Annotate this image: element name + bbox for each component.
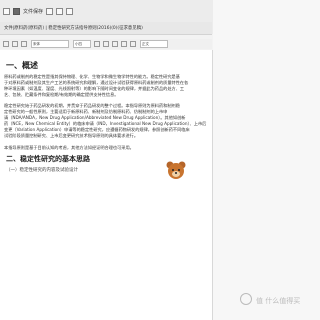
bold-icon[interactable] — [94, 41, 100, 47]
redo-icon[interactable] — [56, 7, 64, 15]
style-select[interactable]: 正文 — [140, 40, 168, 48]
paragraph-line: 艺、包装、贮藏条件和复检期/有效期的确定提供支持性信息。 — [4, 92, 119, 97]
paragraph-line: 定性研究的一般性原则，主要适用于新原料药、新制剂及仿制原料药、仿制制剂的上市申 — [4, 109, 168, 114]
paragraph-line: 变更（Variation Application）申请等的稳定性研究，应遵循药物… — [4, 127, 190, 132]
format-toolbar: 宋体 小四 正文 — [0, 39, 212, 49]
copy-icon[interactable] — [21, 41, 27, 47]
save-label[interactable]: 文件保存 — [23, 8, 43, 15]
paragraph-line: 原料药或制剂的稳定性是指其保持物理、化学、生物学和微生物学特性的能力。稳定性研究… — [4, 74, 180, 79]
section-heading-overview: 一、概述 — [6, 61, 38, 70]
folder-icon[interactable] — [13, 7, 20, 15]
save-icon[interactable] — [3, 7, 10, 15]
paragraph-line: 种环境因素（如温度、湿度、光线照射等）的影响下随时间变化的规律，并据此为药品的处… — [4, 86, 185, 91]
font-family-select[interactable]: 宋体 — [31, 40, 69, 48]
font-size-select[interactable]: 小四 — [73, 40, 91, 48]
bear-sticker-icon — [166, 161, 186, 179]
document-page[interactable]: 一、概述 原料药或制剂的稳定性是指其保持物理、化学、生物学和微生物学特性的能力。… — [0, 50, 213, 320]
section-heading-approach: 二、稳定性研究的基本思路 — [6, 155, 90, 163]
align-left-icon[interactable] — [121, 41, 127, 47]
paragraph-line: 稳定性研究始于药品研发的初期，并贯穿于药品研发的整个过程。本指导原则为原料药和制… — [4, 103, 180, 108]
paragraph-line: 请（NDA/ANDA，New Drug Application/Abbrevia… — [4, 115, 186, 120]
right-panel — [213, 0, 320, 320]
print-icon[interactable] — [66, 7, 74, 15]
paste-icon[interactable] — [3, 41, 9, 47]
watermark-text: 值 什么值得买 — [256, 297, 301, 305]
quick-access-row: 文件保存 — [0, 3, 74, 19]
watermark-logo-icon — [240, 293, 252, 305]
cut-icon[interactable] — [12, 41, 18, 47]
underline-icon[interactable] — [112, 41, 118, 47]
document-tab-bar: 文件|原料药(原料药) | 稳定性研究方法指导原则(2016)(0)(征求意见稿… — [0, 22, 212, 35]
paragraph-line: 本指导原则是基于目前认知的考虑，其他方法如经证明合理也可采用。 — [4, 145, 134, 150]
paragraph-line: 药（NCE，New Chemical Entity）的临床申请（IND，Inve… — [4, 121, 207, 126]
align-center-icon[interactable] — [130, 41, 136, 47]
subheading: （一）稳定性研究的内容及试验设计 — [6, 168, 78, 173]
paragraph-line: 于对原料药或制剂及其生产工艺的系统研究和理解，通过设计试验获得原料药或制剂的质量… — [4, 80, 189, 85]
undo-icon[interactable] — [46, 7, 54, 15]
paragraph-line: 试验阶段质量控制研究、上市后变更研究技术指导原则的具体要求进行。 — [4, 133, 139, 138]
document-title[interactable]: 文件|原料药(原料药) | 稳定性研究方法指导原则(2016)(0)(征求意见稿… — [4, 25, 143, 31]
italic-icon[interactable] — [103, 41, 109, 47]
